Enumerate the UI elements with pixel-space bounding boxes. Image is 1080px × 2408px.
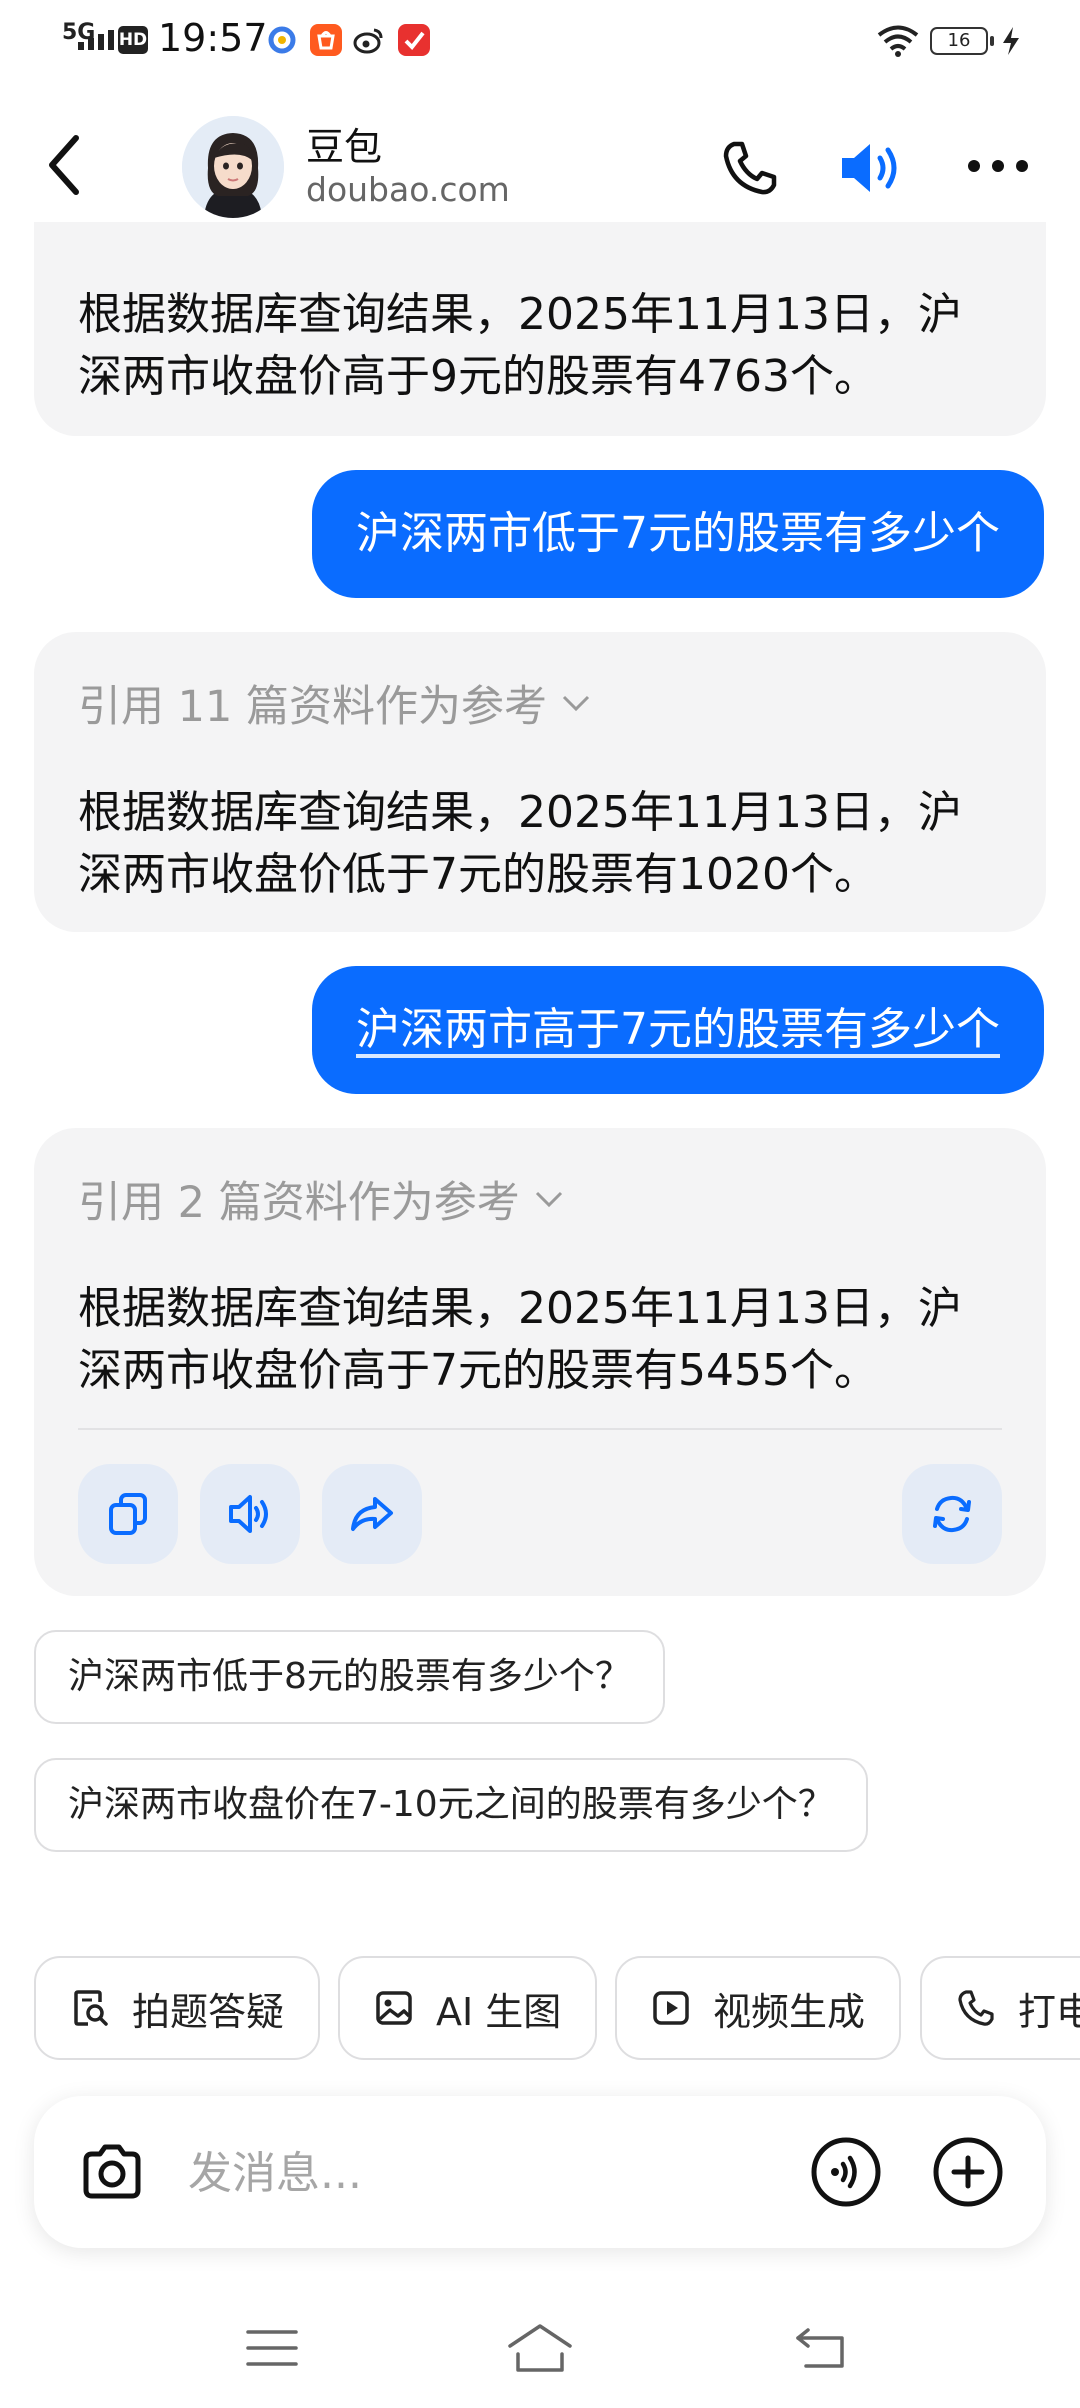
chevron-down-icon: [535, 1191, 562, 1208]
search-doc-icon: [74, 1990, 108, 2026]
play-icon: [653, 1991, 689, 2025]
chip-label: 打电话: [1018, 1989, 1080, 2034]
chevron-down-icon: [563, 695, 590, 712]
wifi-icon: [877, 25, 919, 57]
user-message: 沪深两市高于7元的股票有多少个: [312, 966, 1044, 1094]
user-message: 沪深两市低于7元的股票有多少个: [312, 470, 1044, 598]
suggestion-chip[interactable]: 沪深两市收盘价在7-10元之间的股票有多少个？: [34, 1758, 868, 1852]
bot-message-text: 根据数据库查询结果，2025年11月13日，沪深两市收盘价低于7元的股票有102…: [78, 787, 962, 900]
chat-title: 豆包: [306, 125, 383, 169]
signal-icon: [78, 30, 114, 50]
suggestion-chip[interactable]: 沪深两市低于8元的股票有多少个？: [34, 1630, 665, 1724]
regenerate-button[interactable]: [902, 1464, 1002, 1564]
bot-message-text: 根据数据库查询结果，2025年11月13日，沪深两市收盘价高于9元的股票有476…: [78, 289, 962, 402]
camera-icon[interactable]: [78, 2138, 146, 2206]
menu-icon[interactable]: [244, 2324, 300, 2372]
shopping-app-icon: [310, 24, 342, 56]
chat-subtitle: doubao.com: [306, 170, 510, 209]
chat-header: 豆包 doubao.com: [0, 100, 1080, 240]
plus-icon[interactable]: [932, 2136, 1004, 2208]
chip-label: 视频生成: [713, 1989, 866, 2034]
back-icon[interactable]: [792, 2322, 852, 2372]
voice-input-icon[interactable]: [810, 2136, 882, 2208]
chip-label: 拍题答疑: [132, 1989, 285, 2034]
copy-icon: [109, 1493, 147, 1535]
feature-chips: 拍题答疑 AI 生图 视频生成 打电话: [0, 1956, 1080, 2060]
phone-icon: [958, 1990, 994, 2026]
bot-message: 引用 11 篇资料作为参考 根据数据库查询结果，2025年11月13日，沪深两市…: [34, 632, 1046, 932]
user-message-text: 沪深两市低于7元的股票有多少个: [356, 508, 1000, 559]
chip-photo-question[interactable]: 拍题答疑: [34, 1956, 321, 2060]
home-icon[interactable]: [504, 2320, 576, 2376]
system-nav-bar: [0, 2300, 1080, 2408]
speaker-icon: [229, 1495, 268, 1533]
image-icon: [376, 1991, 412, 2025]
citation-label: 引用 2 篇资料作为参考: [78, 1178, 520, 1228]
citation-label: 引用 11 篇资料作为参考: [78, 682, 548, 732]
share-button[interactable]: [322, 1464, 422, 1564]
weibo-icon: [352, 24, 384, 56]
citation-toggle[interactable]: 引用 2 篇资料作为参考: [78, 1168, 564, 1230]
phone-icon[interactable]: [720, 138, 780, 198]
more-icon[interactable]: [966, 156, 1030, 176]
citation-toggle[interactable]: 引用 11 篇资料作为参考: [78, 672, 591, 734]
bot-message: 根据数据库查询结果，2025年11月13日，沪深两市收盘价高于9元的股票有476…: [34, 222, 1046, 436]
battery-icon: 16: [930, 27, 994, 55]
news-app-icon: [398, 24, 430, 56]
avatar[interactable]: [182, 116, 284, 218]
user-message-text: 沪深两市高于7元的股票有多少个: [356, 1004, 1000, 1055]
hd-badge: HD: [118, 26, 148, 54]
charging-icon: [1003, 27, 1019, 55]
refresh-icon: [933, 1495, 971, 1533]
message-input[interactable]: [186, 2132, 790, 2214]
chip-phone-call[interactable]: 打电话: [920, 1956, 1080, 2060]
message-input-bar: [34, 2096, 1046, 2248]
chip-ai-image[interactable]: AI 生图: [338, 1956, 598, 2060]
chip-video-generation[interactable]: 视频生成: [615, 1956, 902, 2060]
share-icon: [351, 1497, 393, 1531]
bot-message-text: 根据数据库查询结果，2025年11月13日，沪深两市收盘价高于7元的股票有545…: [78, 1283, 962, 1396]
back-arrow-icon[interactable]: [40, 130, 90, 200]
divider: [78, 1428, 1002, 1430]
status-time: 19:57: [158, 16, 268, 60]
read-aloud-button[interactable]: [200, 1464, 300, 1564]
speaker-icon[interactable]: [838, 136, 904, 200]
bot-message: 引用 2 篇资料作为参考 根据数据库查询结果，2025年11月13日，沪深两市收…: [34, 1128, 1046, 1596]
status-bar: 5G HD 19:57 16: [0, 0, 1080, 80]
chip-label: AI 生图: [436, 1989, 562, 2034]
copy-button[interactable]: [78, 1464, 178, 1564]
browser-app-icon: [266, 24, 298, 56]
